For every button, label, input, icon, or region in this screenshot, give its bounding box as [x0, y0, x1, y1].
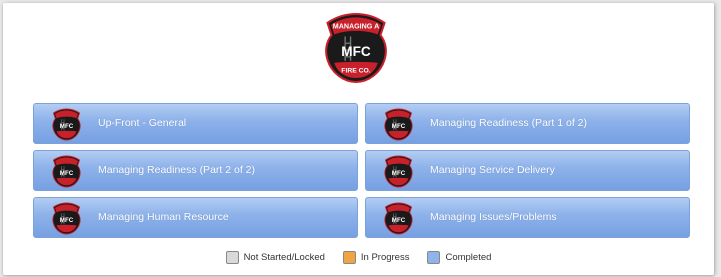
module-button-up-front-general[interactable]: Up-Front - General — [33, 103, 358, 144]
module-label: Managing Human Resource — [98, 211, 229, 223]
module-label: Up-Front - General — [98, 117, 187, 129]
fire-company-logo: MANAGING A FIRE CO. — [322, 12, 390, 84]
legend-swatch — [342, 250, 356, 264]
legend-label: In Progress — [360, 251, 410, 263]
module-button-managing-readiness-part-2[interactable]: Managing Readiness (Part 2 of 2) — [33, 150, 358, 191]
legend-label: Completed — [445, 251, 492, 263]
fire-company-badge-icon — [383, 155, 414, 188]
module-label: Managing Issues/Problems — [430, 211, 557, 223]
fire-company-badge-icon — [51, 108, 82, 141]
legend-swatch — [225, 250, 239, 264]
status-legend: Not Started/Locked In Progress Completed — [3, 249, 714, 265]
fire-company-badge-icon — [51, 155, 82, 188]
module-button-managing-human-resource[interactable]: Managing Human Resource — [33, 197, 358, 238]
legend-item-in-progress: In Progress — [342, 250, 410, 264]
module-button-managing-readiness-part-1[interactable]: Managing Readiness (Part 1 of 2) — [365, 103, 690, 144]
fire-company-badge-icon — [383, 202, 414, 235]
module-button-managing-service-delivery[interactable]: Managing Service Delivery — [365, 150, 690, 191]
legend-item-completed: Completed — [427, 250, 492, 264]
app-window: MANAGING A FIRE CO. Up-Front - General M… — [3, 3, 714, 275]
module-label: Managing Service Delivery — [430, 164, 555, 176]
legend-label: Not Started/Locked — [243, 251, 325, 263]
logo-bottom-text: FIRE CO. — [341, 67, 371, 74]
module-button-managing-issues-problems[interactable]: Managing Issues/Problems — [365, 197, 690, 238]
logo-top-text: MANAGING A — [333, 22, 379, 30]
legend-swatch — [427, 250, 441, 264]
legend-item-not-started: Not Started/Locked — [225, 250, 325, 264]
module-label: Managing Readiness (Part 1 of 2) — [430, 117, 588, 129]
fire-company-badge-icon — [51, 202, 82, 235]
fire-company-badge-icon — [383, 108, 414, 141]
module-label: Managing Readiness (Part 2 of 2) — [98, 164, 256, 176]
